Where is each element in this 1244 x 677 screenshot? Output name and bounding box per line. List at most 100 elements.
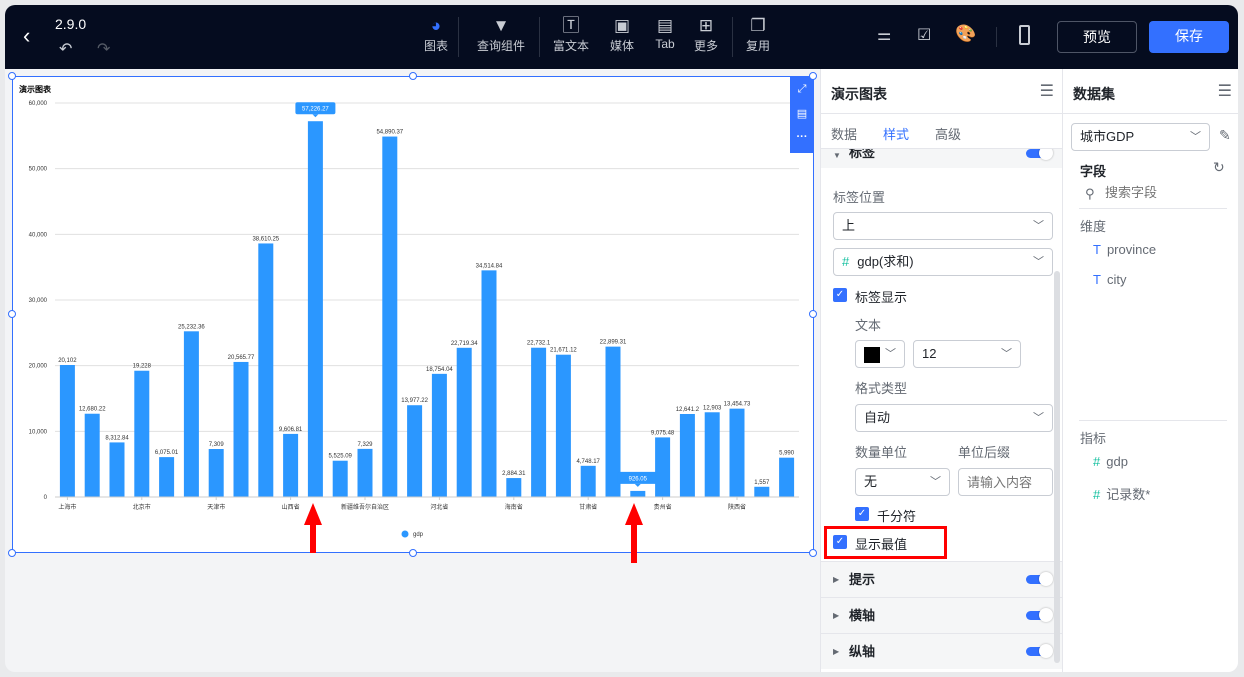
y-tick-label: 20,000	[29, 364, 48, 370]
show-label-text: 标签显示	[855, 290, 908, 305]
bar	[357, 448, 373, 497]
data-label: 22,732.1	[527, 341, 551, 347]
edit-icon[interactable]: ✎	[1219, 127, 1231, 144]
data-label: 8,312.84	[105, 435, 129, 441]
data-label: 22,899.31	[600, 340, 627, 346]
section-x-axis[interactable]: ▶ 横轴	[821, 597, 1062, 633]
dimension-field[interactable]: Tprovince	[1093, 242, 1156, 257]
field-search-input[interactable]	[1105, 185, 1225, 200]
tool-more[interactable]: ⊞ 更多	[691, 15, 721, 54]
collapse-panel-icon[interactable]: ☰	[1040, 81, 1054, 101]
text-label: 文本	[855, 318, 882, 333]
tool-rich-text[interactable]: 🅃 富文本	[550, 15, 592, 54]
metrics-label: 指标	[1080, 431, 1107, 446]
suffix-input[interactable]	[958, 468, 1053, 496]
y-axis-toggle[interactable]	[1026, 644, 1053, 658]
show-label-checkbox[interactable]: ✓	[833, 288, 847, 302]
section-tooltip[interactable]: ▶ 提示	[821, 561, 1062, 597]
tab-data[interactable]: 数据	[831, 124, 857, 143]
bar	[208, 449, 224, 497]
tool-query[interactable]: ▼ 查询组件	[473, 15, 529, 54]
document-icon[interactable]: ▤	[790, 102, 814, 127]
label-position-select[interactable]: 上 ﹀	[833, 212, 1053, 240]
bar	[134, 370, 150, 497]
unit-select[interactable]: 无 ﹀	[855, 468, 950, 496]
back-icon[interactable]: ‹	[23, 23, 30, 49]
tool-tab[interactable]: ▤ Tab	[650, 15, 680, 51]
resize-handle[interactable]	[809, 72, 817, 80]
checklist-icon[interactable]: ☑	[917, 25, 931, 45]
refresh-icon[interactable]: ↻	[1213, 159, 1225, 176]
mobile-layout-icon[interactable]	[1019, 25, 1030, 45]
label-toggle[interactable]	[1026, 149, 1053, 160]
tool-label: 复用	[745, 39, 770, 53]
data-label: 9,606.81	[279, 427, 303, 433]
bar	[382, 136, 398, 498]
y-tick-label: 0	[44, 495, 48, 501]
label-field-select[interactable]: # gdp(求和) ﹀	[833, 248, 1053, 276]
panel-scrollbar[interactable]	[1054, 271, 1060, 663]
resize-handle[interactable]	[8, 72, 16, 80]
collapse-dataset-icon[interactable]: ☰	[1218, 81, 1232, 101]
chart-widget[interactable]: 演示图表 0 10,000 20,000 30,000 40,000 50,000 60,00…	[12, 76, 814, 553]
data-label: 7,329	[357, 442, 373, 448]
bar	[679, 413, 695, 497]
tool-chart[interactable]: ◕ 图表	[421, 15, 451, 54]
metric-field[interactable]: # gdp	[1093, 454, 1128, 469]
y-tick-label: 40,000	[29, 232, 48, 238]
section-title: 提示	[849, 572, 876, 587]
palette-icon[interactable]: 🎨	[955, 24, 976, 44]
resize-handle[interactable]	[409, 72, 417, 80]
data-label: 34,514.84	[476, 263, 503, 269]
redo-icon[interactable]: ↷	[97, 39, 110, 59]
undo-icon[interactable]: ↶	[59, 39, 72, 59]
preview-button[interactable]: 预览	[1057, 21, 1137, 53]
format-type-select[interactable]: 自动 ﹀	[855, 404, 1053, 432]
bar	[655, 437, 671, 497]
section-label[interactable]: ▼ 标签	[821, 148, 1062, 168]
resize-handle[interactable]	[809, 549, 817, 557]
section-y-axis[interactable]: ▶ 纵轴	[821, 633, 1062, 669]
extreme-label: 926.05	[629, 476, 648, 482]
tab-style[interactable]: 样式	[883, 124, 910, 151]
tooltip-toggle[interactable]	[1026, 572, 1053, 586]
resize-handle[interactable]	[8, 549, 16, 557]
divider	[458, 17, 459, 57]
save-button[interactable]: 保存	[1149, 21, 1229, 53]
dataset-title: 数据集	[1073, 86, 1115, 102]
unit-label: 数量单位	[855, 445, 908, 460]
text-field-icon: T	[1093, 242, 1101, 257]
font-size-select[interactable]: 12 ﹀	[913, 340, 1021, 368]
y-tick-label: 60,000	[29, 101, 48, 107]
tab-advanced[interactable]: 高级	[935, 124, 961, 143]
settings-sliders-icon[interactable]: ⚌	[877, 25, 891, 45]
resize-handle[interactable]	[809, 310, 817, 318]
section-title: 标签	[849, 148, 876, 160]
data-label: 13,454.73	[724, 402, 751, 408]
tool-media[interactable]: ▣ 媒体	[607, 15, 637, 54]
version-label: 2.9.0	[55, 16, 87, 32]
thousands-checkbox[interactable]: ✓	[855, 507, 869, 521]
number-field-icon: #	[1093, 454, 1101, 469]
metric-field[interactable]: # 记录数*	[1093, 484, 1150, 503]
thousands-text: 千分符	[877, 509, 917, 524]
divider	[732, 17, 733, 57]
more-actions-icon[interactable]: ···	[790, 127, 814, 152]
tool-reuse[interactable]: ❐ 复用	[743, 15, 773, 54]
chart-title: 演示图表	[19, 84, 52, 94]
color-swatch	[864, 346, 880, 363]
select-value: 自动	[864, 410, 891, 425]
dataset-select[interactable]: 城市GDP ﹀	[1071, 123, 1210, 151]
x-tick-label: 甘肃省	[579, 503, 597, 511]
resize-handle[interactable]	[409, 549, 417, 557]
x-axis-toggle[interactable]	[1026, 608, 1053, 622]
resize-handle[interactable]	[8, 310, 16, 318]
bar	[407, 405, 423, 497]
text-color-picker[interactable]: ﹀	[855, 340, 905, 368]
dimension-field[interactable]: Tcity	[1093, 272, 1126, 287]
expand-icon[interactable]: ⤢	[790, 77, 814, 102]
section-title: 纵轴	[849, 644, 876, 659]
data-label: 38,610.25	[252, 236, 279, 242]
search-icon: ⚲	[1085, 186, 1095, 201]
data-label: 19,228	[133, 364, 152, 370]
